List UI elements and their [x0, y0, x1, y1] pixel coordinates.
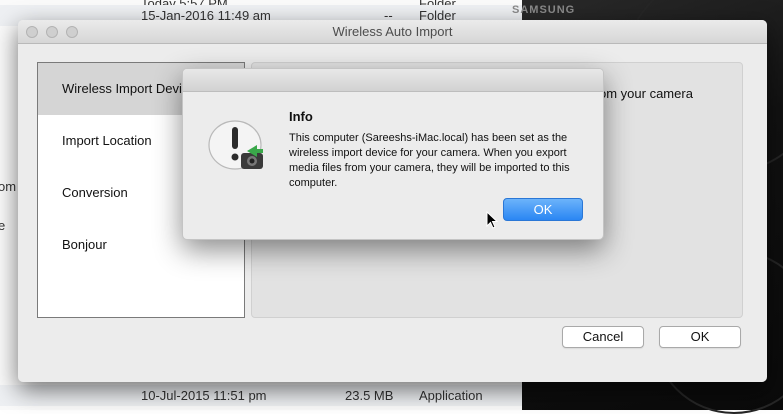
info-dialog: Info This computer (Sareeshs-iMac.local)…	[182, 68, 604, 240]
side-fragment: e	[0, 218, 6, 233]
mouse-cursor-icon	[486, 211, 498, 229]
row-size: 23.5 MB	[345, 388, 394, 403]
row-kind: Application	[419, 388, 483, 403]
list-item: 10-Jul-2015 11:51 pm 23.5 MB Application	[0, 385, 522, 406]
sidebar-item-label: Conversion	[62, 185, 128, 200]
dialog-title-bar	[183, 69, 603, 92]
dialog-title: Info	[289, 109, 313, 124]
alert-camera-icon	[208, 120, 263, 170]
row-date: 10-Jul-2015 11:51 pm	[141, 388, 267, 403]
sidebar-item-label: Wireless Import Device	[62, 81, 196, 96]
cancel-button[interactable]: Cancel	[562, 326, 644, 348]
camera-brand-text: SAMSUNG	[512, 4, 576, 16]
title-bar[interactable]: Wireless Auto Import	[18, 20, 767, 44]
side-fragment: om	[0, 179, 17, 194]
panel-description: om your camera	[599, 86, 693, 101]
window-title: Wireless Auto Import	[332, 24, 453, 39]
ok-button[interactable]: OK	[659, 326, 741, 348]
sidebar-item-label: Import Location	[62, 133, 152, 148]
sidebar-item-label: Bonjour	[62, 237, 107, 252]
dialog-ok-button[interactable]: OK	[503, 198, 583, 221]
dialog-message: This computer (Sareeshs-iMac.local) has …	[289, 132, 570, 189]
